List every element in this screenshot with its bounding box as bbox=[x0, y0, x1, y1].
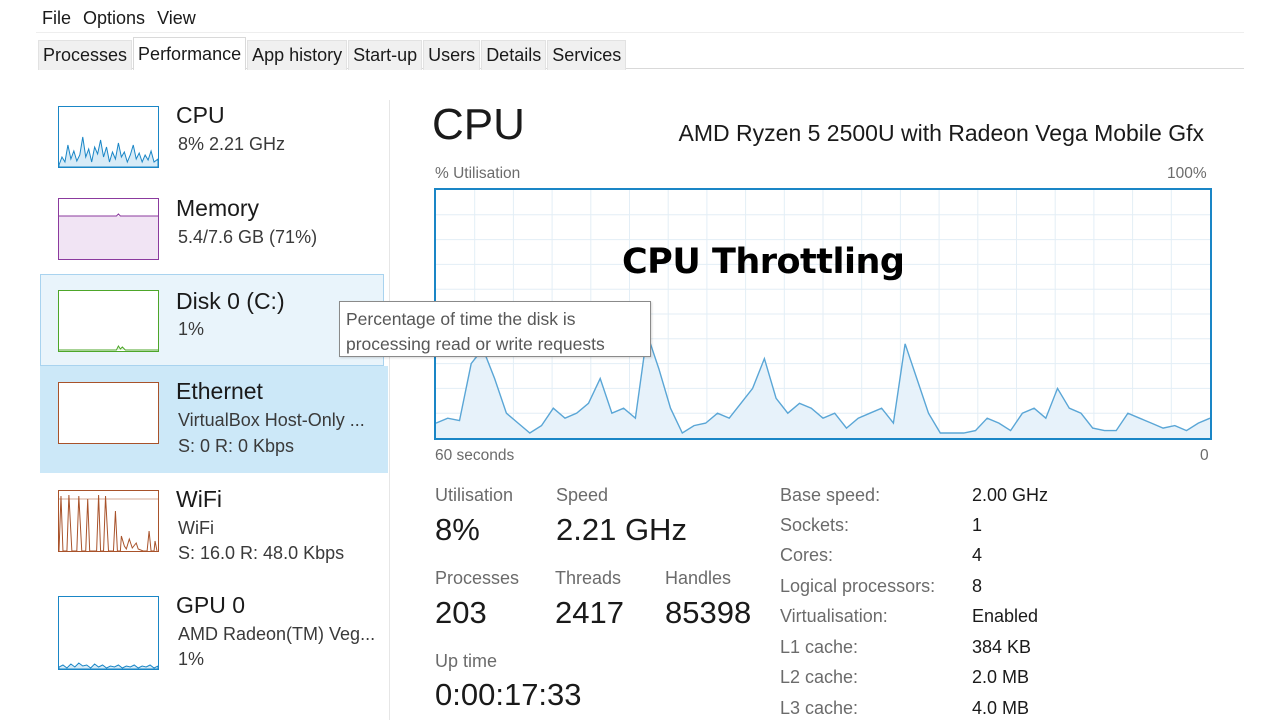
gpu-thumbnail-graph bbox=[58, 596, 159, 670]
tab-performance[interactable]: Performance bbox=[133, 37, 247, 70]
menu-file[interactable]: File bbox=[36, 6, 77, 30]
sidebar-item-memory[interactable]: Memory 5.4/7.6 GB (71%) bbox=[40, 186, 388, 280]
l3-cache-label: L3 cache: bbox=[780, 698, 859, 718]
disk-tooltip: Percentage of time the disk is processin… bbox=[339, 301, 651, 357]
tab-start-up[interactable]: Start-up bbox=[348, 40, 423, 70]
graph-label-time-span: 60 seconds bbox=[435, 447, 515, 464]
cpu-thumbnail-graph bbox=[58, 106, 159, 168]
speed-label: Speed bbox=[556, 485, 609, 505]
processes-value: 203 bbox=[435, 595, 487, 630]
sidebar-item-disk[interactable]: Disk 0 (C:) 1% bbox=[40, 274, 384, 366]
sidebar-disk-title: Disk 0 (C:) bbox=[176, 288, 285, 314]
sidebar-memory-sub: 5.4/7.6 GB (71%) bbox=[178, 227, 318, 247]
tab-users[interactable]: Users bbox=[423, 40, 481, 70]
graph-label-utilisation: % Utilisation bbox=[435, 165, 521, 182]
logical-processors-label: Logical processors: bbox=[780, 576, 936, 596]
sidebar-item-wifi[interactable]: WiFi WiFi S: 16.0 R: 48.0 Kbps bbox=[40, 473, 388, 578]
sidebar-memory-title: Memory bbox=[176, 195, 260, 221]
speed-value: 2.21 GHz bbox=[556, 512, 687, 547]
sockets-value: 1 bbox=[972, 515, 983, 535]
memory-thumbnail-graph bbox=[58, 198, 159, 260]
tab-services[interactable]: Services bbox=[547, 40, 627, 70]
sidebar-wifi-rate: S: 16.0 R: 48.0 Kbps bbox=[178, 543, 345, 563]
graph-label-max: 100% bbox=[1167, 165, 1207, 182]
utilisation-label: Utilisation bbox=[435, 485, 514, 505]
menu-bar: File Options View bbox=[36, 6, 202, 30]
sidebar-gpu-usage: 1% bbox=[178, 649, 205, 669]
l3-cache-value: 4.0 MB bbox=[972, 698, 1030, 718]
uptime-label: Up time bbox=[435, 651, 498, 671]
handles-label: Handles bbox=[665, 568, 732, 588]
cpu-model-name: AMD Ryzen 5 2500U with Radeon Vega Mobil… bbox=[678, 120, 1204, 146]
sidebar-ethernet-rate: S: 0 R: 0 Kbps bbox=[178, 436, 295, 456]
tab-app-history[interactable]: App history bbox=[247, 40, 348, 70]
sidebar-wifi-sub: WiFi bbox=[178, 518, 214, 538]
sidebar-gpu-sub: AMD Radeon(TM) Veg... bbox=[178, 624, 376, 644]
sidebar-ethernet-title: Ethernet bbox=[176, 378, 263, 404]
uptime-value: 0:00:17:33 bbox=[435, 677, 582, 712]
sidebar-ethernet-sub: VirtualBox Host-Only ... bbox=[178, 410, 365, 430]
sidebar-item-gpu[interactable]: GPU 0 AMD Radeon(TM) Veg... 1% bbox=[40, 578, 388, 688]
sidebar-item-ethernet[interactable]: Ethernet VirtualBox Host-Only ... S: 0 R… bbox=[40, 366, 388, 473]
sidebar-wifi-title: WiFi bbox=[176, 486, 222, 512]
page-title: CPU bbox=[432, 100, 525, 149]
threads-value: 2417 bbox=[555, 595, 624, 630]
overlay-caption: CPU Throttling bbox=[622, 242, 905, 282]
ethernet-thumbnail-graph bbox=[58, 382, 159, 444]
tooltip-line-2: processing read or write requests bbox=[346, 334, 605, 354]
sockets-label: Sockets: bbox=[780, 515, 850, 535]
base-speed-value: 2.00 GHz bbox=[972, 485, 1049, 505]
utilisation-value: 8% bbox=[435, 512, 480, 547]
l2-cache-label: L2 cache: bbox=[780, 667, 859, 687]
tooltip-line-1: Percentage of time the disk is bbox=[346, 309, 576, 329]
disk-thumbnail-graph bbox=[58, 290, 159, 352]
menu-divider bbox=[36, 32, 1244, 33]
tab-details[interactable]: Details bbox=[481, 40, 547, 70]
virtualisation-label: Virtualisation: bbox=[780, 606, 888, 626]
wifi-thumbnail-graph bbox=[58, 490, 159, 552]
tab-processes[interactable]: Processes bbox=[38, 40, 133, 70]
menu-view[interactable]: View bbox=[151, 6, 202, 30]
handles-value: 85398 bbox=[665, 595, 752, 630]
cores-value: 4 bbox=[972, 545, 983, 565]
l2-cache-value: 2.0 MB bbox=[972, 667, 1030, 687]
l1-cache-value: 384 KB bbox=[972, 637, 1032, 657]
cores-label: Cores: bbox=[780, 545, 834, 565]
sidebar-cpu-sub: 8% 2.21 GHz bbox=[178, 134, 286, 154]
processes-label: Processes bbox=[435, 568, 520, 588]
sidebar-cpu-title: CPU bbox=[176, 102, 225, 128]
l1-cache-label: L1 cache: bbox=[780, 637, 859, 657]
tab-strip: Processes Performance App history Start-… bbox=[38, 37, 627, 70]
virtualisation-value: Enabled bbox=[972, 606, 1039, 626]
menu-options[interactable]: Options bbox=[77, 6, 151, 30]
base-speed-label: Base speed: bbox=[780, 485, 881, 505]
sidebar-gpu-title: GPU 0 bbox=[176, 592, 246, 618]
sidebar-disk-sub: 1% bbox=[178, 319, 205, 339]
graph-label-time-now: 0 bbox=[1200, 447, 1209, 464]
performance-sidebar: CPU 8% 2.21 GHz Memory 5.4/7.6 GB (71%) … bbox=[40, 94, 390, 720]
logical-processors-value: 8 bbox=[972, 576, 983, 596]
sidebar-item-cpu[interactable]: CPU 8% 2.21 GHz bbox=[40, 94, 388, 188]
threads-label: Threads bbox=[555, 568, 622, 588]
